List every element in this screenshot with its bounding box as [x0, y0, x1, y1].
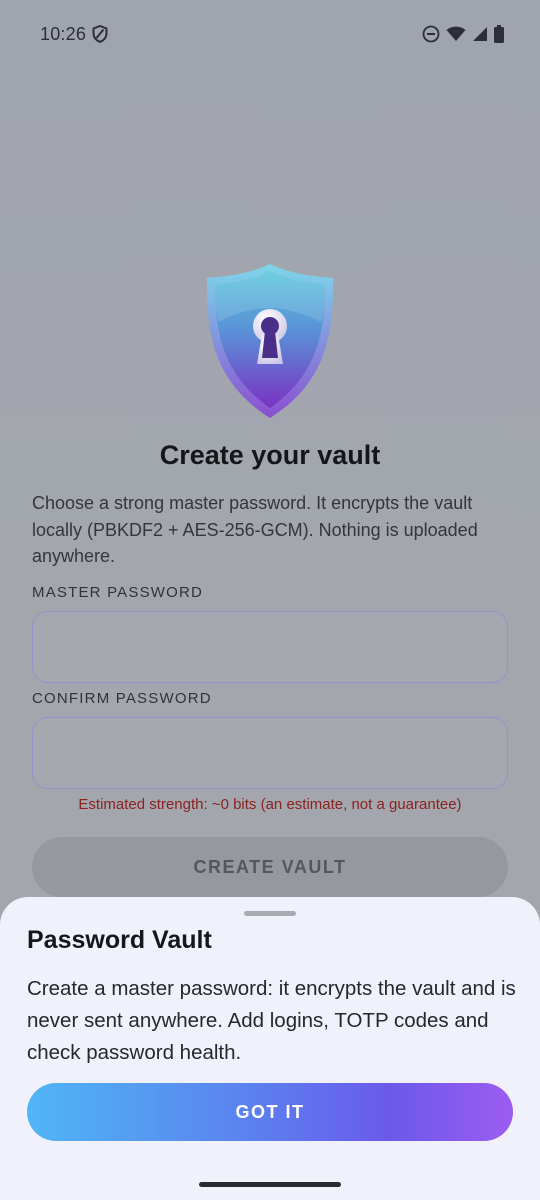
create-vault-button[interactable]: CREATE VAULT: [32, 837, 508, 897]
sheet-title: Password Vault: [27, 926, 212, 954]
battery-icon: [494, 25, 504, 43]
status-time: 10:26: [40, 24, 87, 44]
onboarding-bottom-sheet: Password Vault Create a master password:…: [0, 897, 540, 1200]
confirm-password-field[interactable]: [32, 717, 508, 789]
page-description: Choose a strong master password. It encr…: [32, 493, 478, 566]
do-not-disturb-icon: [422, 25, 440, 43]
master-password-field[interactable]: [32, 611, 508, 683]
shield-keyhole-icon: [203, 262, 337, 420]
sheet-body-text: Create a master password: it encrypts th…: [27, 977, 516, 1064]
master-password-label: MASTER PASSWORD: [32, 584, 204, 601]
wifi-icon: [446, 26, 466, 42]
sheet-drag-handle[interactable]: [244, 911, 296, 916]
shield-icon: [92, 24, 108, 44]
signal-icon: [472, 26, 488, 42]
status-bar: 10:26: [0, 0, 540, 68]
got-it-button[interactable]: GOT IT: [27, 1083, 513, 1141]
app-screen: 10:26 Create your vault Choose a strong …: [0, 0, 540, 1200]
confirm-password-label: CONFIRM PASSWORD: [32, 690, 212, 707]
status-icons: [422, 25, 504, 43]
gesture-nav-pill[interactable]: [199, 1182, 341, 1187]
page-title: Create your vault: [159, 440, 381, 470]
password-strength-text: Estimated strength: ~0 bits (an estimate…: [78, 796, 462, 813]
